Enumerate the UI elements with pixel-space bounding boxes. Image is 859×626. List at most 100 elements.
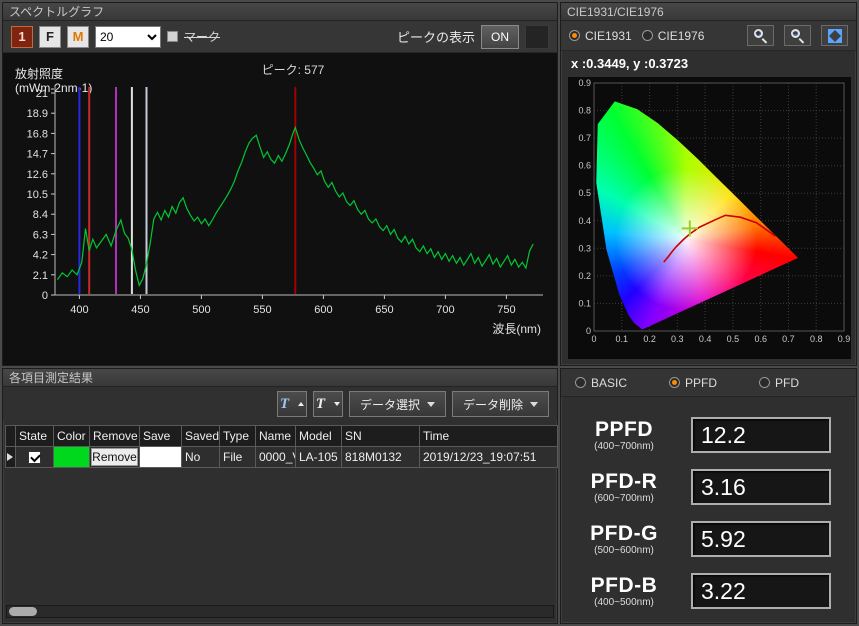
name-cell: 0000_V	[256, 447, 296, 468]
display-mode-f-button[interactable]: F	[39, 26, 61, 48]
pfd-b-label: PFD-B (400~500nm)	[561, 575, 687, 608]
svg-text:16.8: 16.8	[27, 128, 48, 140]
measurement-row-pfd-r: PFD-R (600~700nm) 3.16	[561, 463, 856, 511]
fit-view-button[interactable]	[821, 25, 848, 46]
results-toolbar: T T データ選択 データ削除	[3, 387, 557, 421]
svg-text:0.1: 0.1	[616, 334, 629, 344]
pfd-r-value: 3.16	[691, 469, 831, 505]
data-select-button[interactable]: データ選択	[349, 391, 446, 417]
col-save: Save	[140, 426, 182, 447]
radio-cie1931[interactable]: CIE1931	[569, 29, 632, 43]
radio-cie1931-label: CIE1931	[585, 29, 632, 43]
font-decrease-button[interactable]: T	[313, 391, 343, 417]
scrollbar-thumb[interactable]	[9, 607, 37, 616]
svg-text:0.6: 0.6	[754, 334, 767, 344]
radio-ppfd-label: PPFD	[685, 376, 717, 390]
row-selector-cell[interactable]	[6, 447, 16, 468]
ppfd-value: 12.2	[691, 417, 831, 453]
radio-ppfd[interactable]: PPFD	[669, 376, 717, 390]
svg-text:6.3: 6.3	[33, 229, 48, 241]
svg-text:0.3: 0.3	[671, 334, 684, 344]
display-mode-1-button[interactable]: 1	[11, 26, 33, 48]
radio-dot	[669, 377, 680, 388]
zoom-out-button[interactable]: −	[784, 25, 811, 46]
radio-basic[interactable]: BASIC	[575, 376, 627, 390]
row-arrow-icon	[7, 453, 13, 461]
svg-text:14.7: 14.7	[27, 149, 48, 161]
table-header-row: State Color Remove Save Saved Type Name …	[6, 426, 558, 447]
svg-text:0: 0	[42, 290, 48, 302]
col-type: Type	[220, 426, 256, 447]
svg-text:2.1: 2.1	[33, 270, 48, 282]
peak-value-label: ピーク: 577	[183, 61, 403, 78]
radio-pfd-label: PFD	[775, 376, 799, 390]
results-panel-title: 各項目測定結果	[3, 369, 557, 387]
display-mode-m-button[interactable]: M	[67, 26, 89, 48]
ppfd-label: PPFD (400~700nm)	[561, 419, 687, 452]
peak-display-off-stub[interactable]	[525, 25, 549, 49]
radio-cie1976[interactable]: CIE1976	[642, 29, 705, 43]
svg-text:0.7: 0.7	[782, 334, 795, 344]
chevron-down-icon	[427, 402, 435, 407]
svg-text:0.1: 0.1	[578, 298, 591, 308]
svg-text:550: 550	[253, 304, 271, 316]
svg-text:21: 21	[36, 88, 48, 100]
spectrum-chart-svg: 02.14.26.38.410.512.614.716.818.92140045…	[5, 79, 557, 361]
cie-panel-title: CIE1931/CIE1976	[561, 3, 856, 21]
radio-dot	[642, 30, 653, 41]
cie-diagram-panel: CIE1931/CIE1976 CIE1931 CIE1976 + −	[560, 2, 857, 366]
spectrum-chart: 放射照度 (mWm-2nm-1) ピーク: 577 02.14.26.38.41…	[3, 53, 557, 365]
sn-cell: 818M0132	[342, 447, 420, 468]
svg-text:0.7: 0.7	[578, 133, 591, 143]
results-table: State Color Remove Save Saved Type Name …	[5, 425, 558, 468]
svg-text:0.5: 0.5	[578, 188, 591, 198]
radio-pfd[interactable]: PFD	[759, 376, 799, 390]
peak-display-label: ピークの表示	[397, 27, 475, 46]
peak-display-on-button[interactable]: ON	[481, 25, 519, 49]
ppfd-mode-bar: BASIC PPFD PFD	[561, 369, 856, 397]
ppfd-panel: BASIC PPFD PFD PPFD (400~700nm) 12.2 PFD…	[560, 368, 857, 624]
svg-text:0.8: 0.8	[810, 334, 823, 344]
data-delete-button[interactable]: データ削除	[452, 391, 549, 417]
radio-dot	[569, 30, 580, 41]
col-remove: Remove	[90, 426, 140, 447]
remove-button[interactable]: Remove	[91, 448, 138, 466]
svg-text:0.4: 0.4	[699, 334, 712, 344]
zoom-in-button[interactable]: +	[747, 25, 774, 46]
radio-basic-label: BASIC	[591, 376, 627, 390]
spectral-graph-panel: スペクトルグラフ 1 F M 20 マーク ピークの表示 ON 放射照度 (mW…	[2, 2, 558, 366]
type-cell: File	[220, 447, 256, 468]
svg-text:0.2: 0.2	[578, 271, 591, 281]
model-cell: LA-105	[296, 447, 342, 468]
svg-text:750: 750	[497, 304, 515, 316]
svg-text:8.4: 8.4	[33, 209, 48, 221]
pfd-g-value: 5.92	[691, 521, 831, 557]
table-row[interactable]: Remove No File 0000_V LA-105 818M0132 20…	[6, 447, 558, 468]
fit-view-icon	[828, 29, 842, 43]
measurement-row-pfd-g: PFD-G (500~600nm) 5.92	[561, 515, 856, 563]
average-count-select[interactable]: 20	[95, 26, 161, 48]
cie-toolbar: CIE1931 CIE1976 + −	[561, 21, 856, 51]
remove-cell: Remove	[90, 447, 140, 468]
save-cell[interactable]	[140, 447, 182, 468]
svg-text:4.2: 4.2	[33, 250, 48, 262]
measurement-row-pfd-b: PFD-B (400~500nm) 3.22	[561, 567, 856, 615]
arrow-up-icon	[298, 402, 304, 406]
svg-text:600: 600	[314, 304, 332, 316]
svg-text:650: 650	[375, 304, 393, 316]
col-saved: Saved	[182, 426, 220, 447]
svg-text:0.8: 0.8	[578, 106, 591, 116]
col-state: State	[16, 426, 54, 447]
state-checkbox[interactable]	[28, 451, 41, 464]
radio-cie1976-label: CIE1976	[658, 29, 705, 43]
spectral-toolbar: 1 F M 20 マーク ピークの表示 ON	[3, 21, 557, 53]
svg-text:10.5: 10.5	[27, 189, 48, 201]
col-model: Model	[296, 426, 342, 447]
mark-label: マーク	[184, 28, 220, 45]
horizontal-scrollbar[interactable]	[6, 605, 554, 618]
state-cell	[16, 447, 54, 468]
measurement-results-panel: 各項目測定結果 T T データ選択 データ削除 State C	[2, 368, 558, 624]
mark-checkbox[interactable]	[167, 31, 178, 42]
pfd-g-label: PFD-G (500~600nm)	[561, 523, 687, 556]
font-increase-button[interactable]: T	[277, 391, 307, 417]
